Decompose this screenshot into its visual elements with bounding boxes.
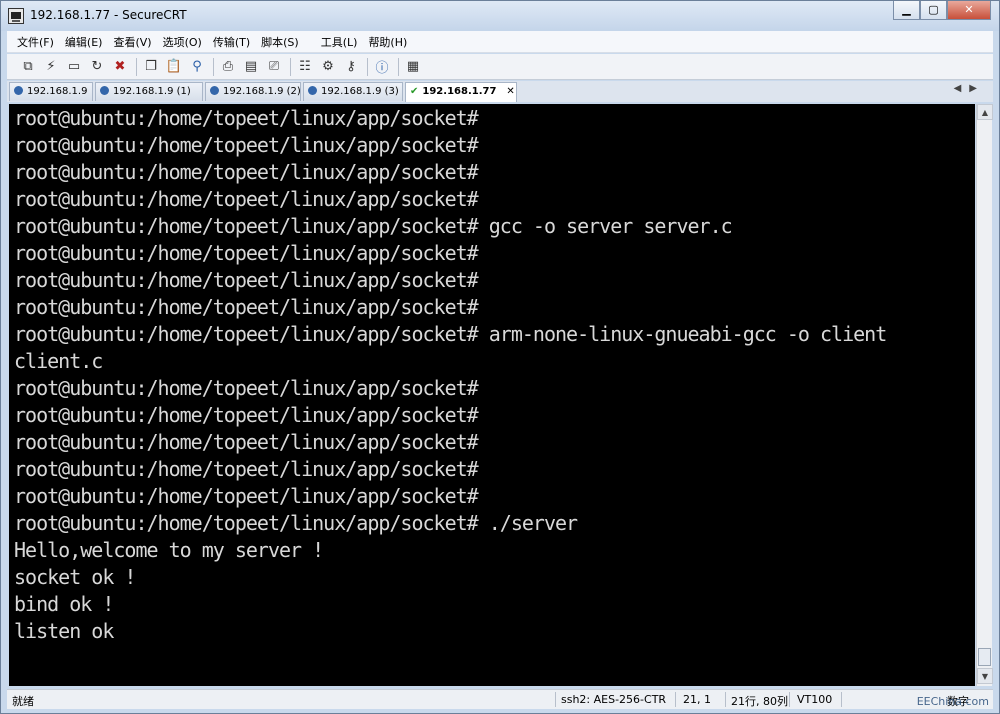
paste-icon[interactable]: 📋	[165, 58, 183, 76]
terminal-line: root@ubuntu:/home/topeet/linux/app/socke…	[14, 484, 479, 508]
menu-file[interactable]: 文件(F)	[17, 34, 54, 50]
status-emulation: VT100	[797, 693, 833, 706]
status-divider	[555, 692, 556, 707]
terminal-line: root@ubuntu:/home/topeet/linux/app/socke…	[14, 430, 479, 454]
tab-label: 192.168.1.9 (2)	[223, 86, 301, 97]
status-terminal-size: 21行, 80列	[731, 695, 788, 708]
terminal-line: root@ubuntu:/home/topeet/linux/app/socke…	[14, 295, 479, 319]
session-icon	[100, 86, 109, 95]
print-icon[interactable]: ⎙	[219, 58, 237, 76]
scroll-up-arrow[interactable]: ▲	[977, 104, 993, 120]
quick-connect-icon[interactable]: ⚡	[42, 58, 60, 76]
securecrt-window: 192.168.1.77 - SecureCRT ▁ ▢ ✕ 文件(F) 编辑(…	[0, 0, 1000, 714]
terminal-line: root@ubuntu:/home/topeet/linux/app/socke…	[14, 376, 479, 400]
window-controls: ▁ ▢ ✕	[893, 1, 991, 20]
status-cursor-position: 21, 1	[683, 693, 711, 706]
terminal-line: root@ubuntu:/home/topeet/linux/app/socke…	[14, 133, 479, 157]
maximize-button[interactable]: ▢	[920, 1, 947, 20]
terminal-line: root@ubuntu:/home/topeet/linux/app/socke…	[14, 214, 733, 238]
status-divider	[675, 692, 676, 707]
close-button[interactable]: ✕	[947, 1, 991, 20]
toolbar-divider	[136, 57, 137, 76]
tab-scroll-arrows[interactable]: ◀▶	[954, 83, 985, 94]
tab-session-active[interactable]: ✔ 192.168.1.77 ✕	[405, 82, 517, 102]
status-divider	[725, 692, 726, 707]
terminal-scrollbar[interactable]: ▲ ▼	[976, 104, 993, 686]
menu-transfer[interactable]: 传输(T)	[213, 34, 250, 50]
session-tab-bar: 192.168.1.9 192.168.1.9 (1) 192.168.1.9 …	[7, 81, 993, 102]
print-screen-icon[interactable]: ⎚	[265, 58, 283, 76]
menu-edit[interactable]: 编辑(E)	[65, 34, 103, 50]
menu-tools[interactable]: 工具(L)	[321, 34, 358, 50]
reconnect-icon[interactable]: ↻	[88, 58, 106, 76]
copy-icon[interactable]: ❐	[142, 58, 160, 76]
status-bar: 就绪 ssh2: AES-256-CTR 21, 1 21行, 80列 VT10…	[7, 689, 993, 709]
menu-options[interactable]: 选项(O)	[163, 34, 202, 50]
toolbar-divider	[398, 57, 399, 76]
menu-script[interactable]: 脚本(S)	[261, 34, 299, 50]
terminal-line: Hello,welcome to my server !	[14, 538, 324, 562]
log-icon[interactable]: ▦	[404, 58, 422, 76]
tab-label: 192.168.1.9	[27, 86, 88, 97]
minimize-button[interactable]: ▁	[893, 1, 920, 20]
session-icon	[14, 86, 23, 95]
session-icon	[308, 86, 317, 95]
menu-bar: 文件(F) 编辑(E) 查看(V) 选项(O) 传输(T) 脚本(S) 工具(L…	[7, 31, 993, 53]
keymap-icon[interactable]: ⚷	[342, 58, 360, 76]
terminal-line: root@ubuntu:/home/topeet/linux/app/socke…	[14, 457, 479, 481]
terminal-line: client.c	[14, 349, 103, 373]
terminal-line: listen ok	[14, 619, 114, 643]
status-divider	[841, 692, 842, 707]
connect-icon[interactable]: ⧉	[19, 58, 37, 76]
toolbar-divider	[367, 57, 368, 76]
tab-session-4[interactable]: 192.168.1.9 (3)	[303, 82, 403, 101]
terminal-line: root@ubuntu:/home/topeet/linux/app/socke…	[14, 322, 887, 346]
status-cipher: ssh2: AES-256-CTR	[561, 693, 667, 706]
menu-view[interactable]: 查看(V)	[113, 34, 151, 50]
watermark-text: EEChina.com	[916, 695, 989, 708]
scroll-down-arrow[interactable]: ▼	[977, 668, 993, 684]
find-icon[interactable]: ⚲	[188, 58, 206, 76]
terminal-line: root@ubuntu:/home/topeet/linux/app/socke…	[14, 511, 578, 535]
terminal-line: root@ubuntu:/home/topeet/linux/app/socke…	[14, 106, 479, 130]
title-bar[interactable]: 192.168.1.77 - SecureCRT ▁ ▢ ✕	[1, 1, 999, 31]
session-options-icon[interactable]: ☷	[296, 58, 314, 76]
tab-label: 192.168.1.77	[422, 86, 497, 97]
status-divider	[789, 692, 790, 707]
session-icon	[210, 86, 219, 95]
terminal-line: root@ubuntu:/home/topeet/linux/app/socke…	[14, 241, 479, 265]
tab-label: 192.168.1.9 (1)	[113, 86, 191, 97]
toolbar-divider	[213, 57, 214, 76]
connect-tab-icon[interactable]: ▭	[65, 58, 83, 76]
tab-session-3[interactable]: 192.168.1.9 (2)	[205, 82, 301, 101]
terminal-line: root@ubuntu:/home/topeet/linux/app/socke…	[14, 403, 479, 427]
toolbar-divider	[290, 57, 291, 76]
toolbar: ⧉ ⚡ ▭ ↻ ✖ ❐ 📋 ⚲ ⎙ ▤ ⎚ ☷ ⚙ ⚷ ⓘ ▦	[7, 54, 993, 80]
print-setup-icon[interactable]: ▤	[242, 58, 260, 76]
window-title: 192.168.1.77 - SecureCRT	[30, 8, 187, 22]
status-ready: 就绪	[12, 695, 34, 708]
global-options-icon[interactable]: ⚙	[319, 58, 337, 76]
disconnect-icon[interactable]: ✖	[111, 58, 129, 76]
terminal-line: root@ubuntu:/home/topeet/linux/app/socke…	[14, 160, 479, 184]
connected-check-icon: ✔	[410, 86, 419, 97]
securecrt-app-icon[interactable]	[8, 8, 24, 24]
terminal-line: socket ok !	[14, 565, 136, 589]
tab-close-icon[interactable]: ✕	[506, 86, 514, 97]
tab-label: 192.168.1.9 (3)	[321, 86, 399, 97]
terminal-line: bind ok !	[14, 592, 114, 616]
terminal-line: root@ubuntu:/home/topeet/linux/app/socke…	[14, 268, 479, 292]
tab-session-2[interactable]: 192.168.1.9 (1)	[95, 82, 203, 101]
help-icon[interactable]: ⓘ	[373, 58, 391, 76]
scroll-thumb[interactable]	[978, 648, 991, 666]
menu-help[interactable]: 帮助(H)	[368, 34, 407, 50]
tab-session-1[interactable]: 192.168.1.9	[9, 82, 93, 101]
terminal-output[interactable]: root@ubuntu:/home/topeet/linux/app/socke…	[9, 104, 975, 686]
terminal-line: root@ubuntu:/home/topeet/linux/app/socke…	[14, 187, 479, 211]
